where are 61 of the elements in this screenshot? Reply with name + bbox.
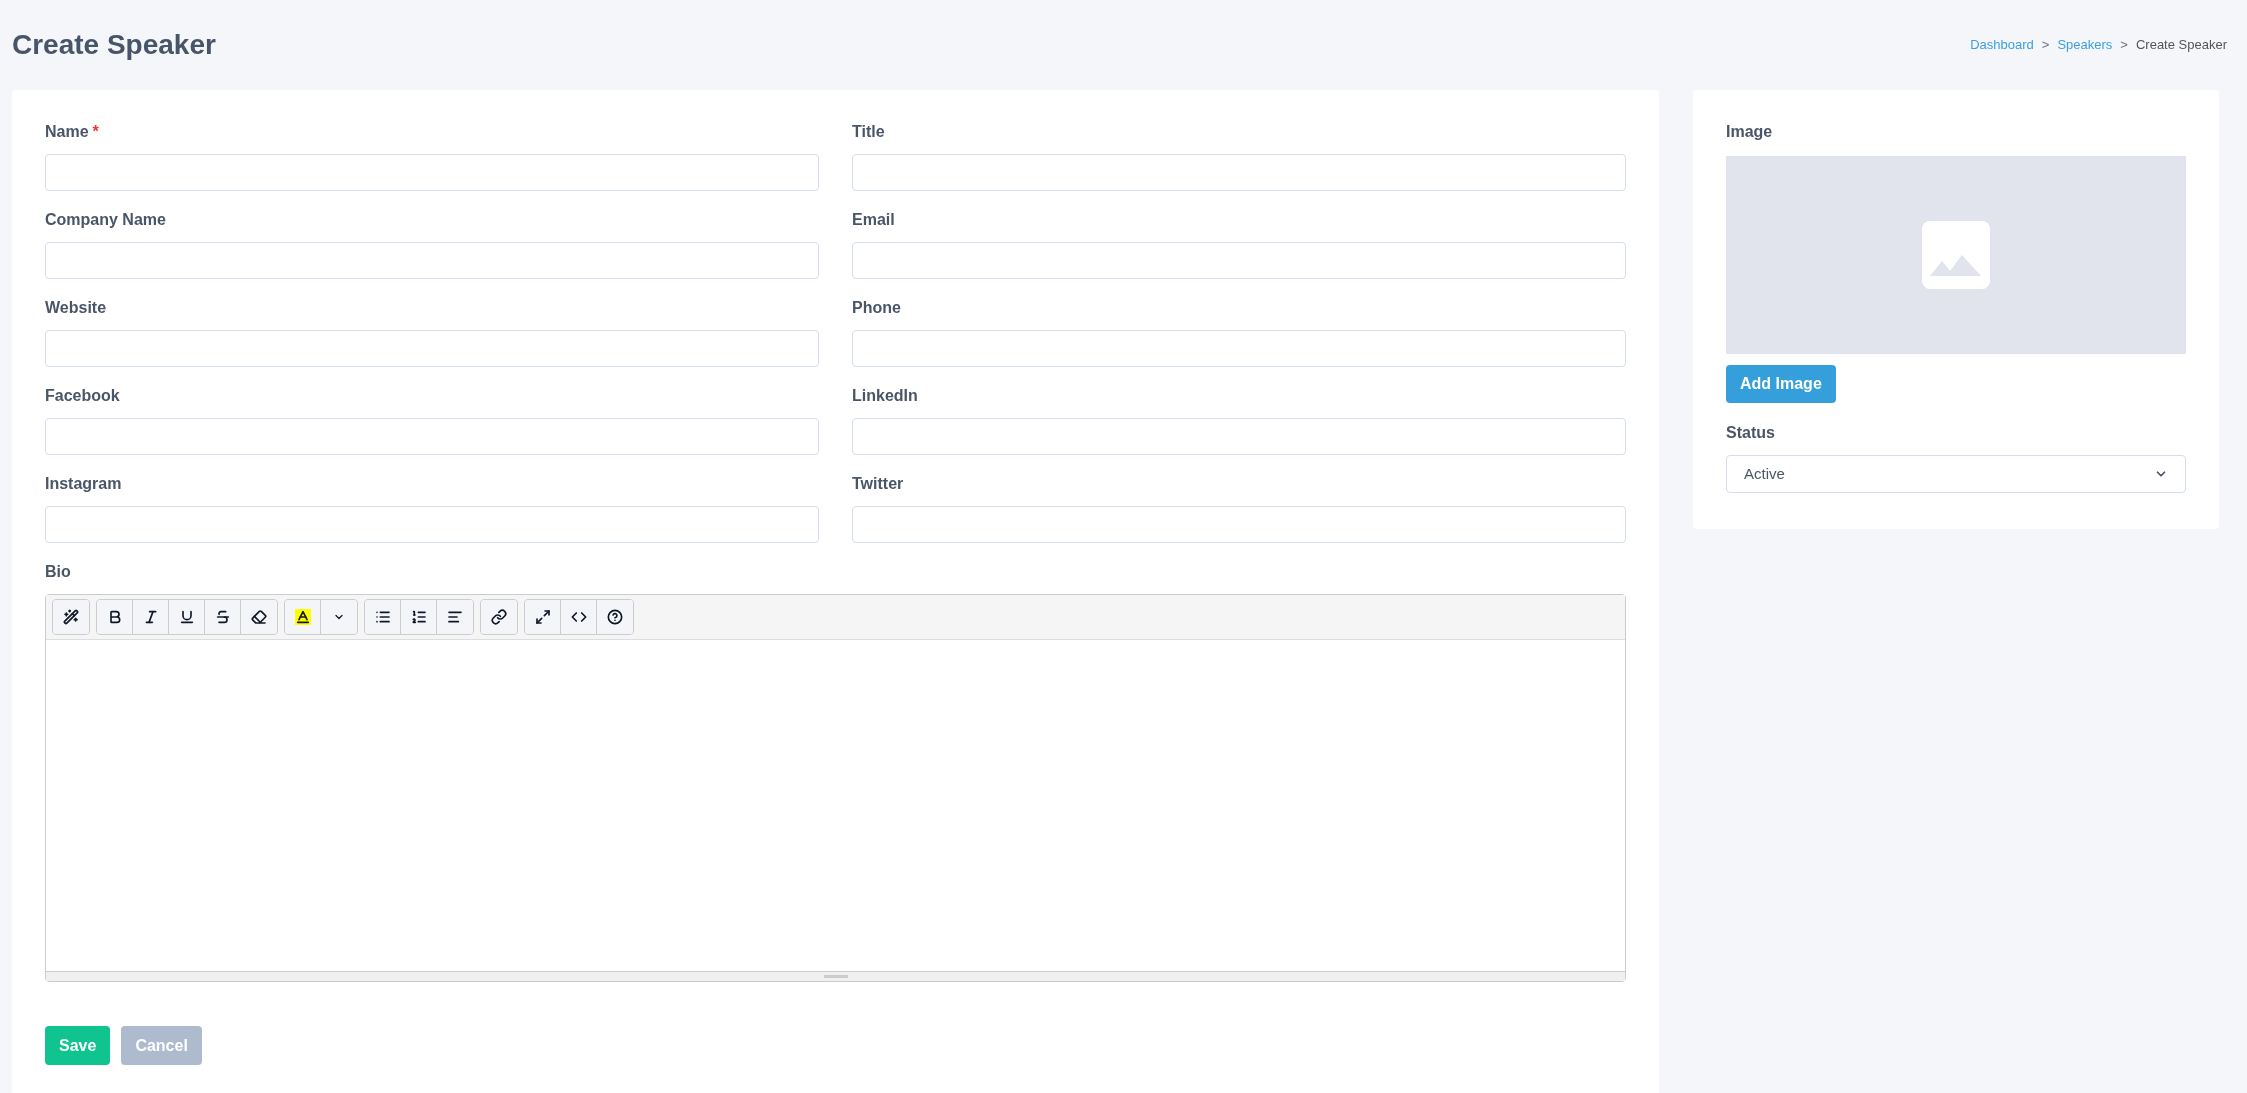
field-label: Facebook [45, 386, 120, 406]
image-icon [1922, 221, 1990, 289]
field-label: Instagram [45, 474, 122, 494]
breadcrumb-link[interactable]: Speakers [2057, 35, 2113, 55]
toolbar-button[interactable] [525, 600, 561, 634]
field-label: Image [1726, 122, 1774, 142]
toolbar-button[interactable] [561, 600, 597, 634]
code-icon [570, 609, 587, 625]
toolbar-button[interactable] [169, 600, 205, 634]
page-title: Create Speaker [12, 28, 216, 62]
field-label: Twitter [852, 474, 904, 494]
eraser-icon [251, 609, 267, 625]
toolbar-button[interactable] [53, 600, 89, 634]
field-label: Name [45, 122, 89, 142]
field-label: Title [852, 122, 885, 142]
required-marker: * [92, 122, 99, 142]
text-field[interactable] [45, 242, 819, 279]
align-icon [447, 609, 463, 625]
toolbar-button[interactable] [481, 600, 517, 634]
breadcrumb-link[interactable]: Dashboard [1970, 35, 2034, 55]
status-select[interactable]: Active [1726, 455, 2186, 493]
text-field[interactable] [852, 242, 1626, 279]
toolbar-button[interactable] [241, 600, 277, 634]
underline-icon [178, 609, 195, 625]
breadcrumb-separator: > [2120, 36, 2128, 55]
toolbar-button[interactable] [285, 600, 321, 634]
breadcrumb-current: Create Speaker [2135, 36, 2227, 55]
text-color-icon [294, 609, 311, 625]
text-field[interactable] [45, 506, 819, 543]
field-label: Status [1726, 423, 1776, 443]
text-field[interactable] [45, 418, 819, 455]
numbered-list-icon [410, 609, 427, 625]
field-label: Company Name [45, 210, 166, 230]
fullscreen-icon [534, 609, 551, 625]
toolbar-button[interactable] [133, 600, 169, 634]
toolbar-button[interactable] [401, 600, 437, 634]
magic-wand-icon [63, 609, 79, 625]
save-button[interactable]: Save [45, 1026, 111, 1065]
text-field[interactable] [852, 330, 1626, 367]
help-icon [607, 609, 623, 625]
toolbar-button[interactable] [597, 600, 633, 634]
link-icon [491, 609, 507, 625]
breadcrumb-separator: > [2041, 36, 2050, 55]
field-label: Email [852, 210, 895, 230]
toolbar-button[interactable] [97, 600, 133, 634]
toolbar-button[interactable] [205, 600, 241, 634]
field-label: Bio [45, 562, 72, 582]
text-field[interactable] [45, 330, 819, 367]
text-field[interactable] [852, 418, 1626, 455]
text-field[interactable] [852, 506, 1626, 543]
field-label: Website [45, 298, 107, 318]
toolbar-button[interactable] [437, 600, 473, 634]
text-field[interactable] [852, 154, 1626, 191]
strikethrough-icon [214, 609, 231, 625]
toolbar-button[interactable] [365, 600, 401, 634]
bullet-list-icon [374, 609, 391, 625]
text-field[interactable] [45, 154, 819, 191]
cancel-button[interactable]: Cancel [121, 1026, 202, 1065]
add-image-button[interactable]: Add Image [1726, 365, 1836, 403]
field-label: Phone [852, 298, 901, 318]
field-label: LinkedIn [852, 386, 918, 406]
